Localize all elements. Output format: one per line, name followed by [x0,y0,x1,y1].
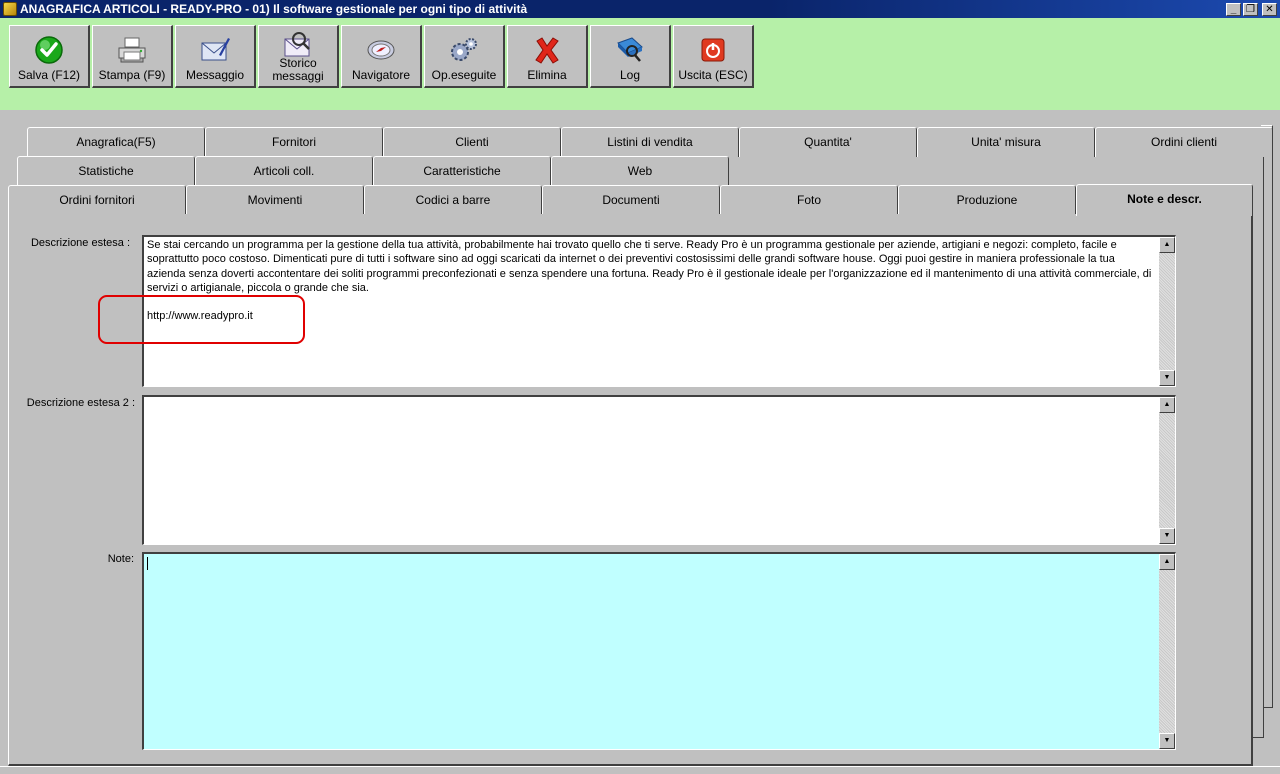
print-button[interactable]: Stampa (F9) [92,25,173,88]
save-button[interactable]: Salva (F12) [9,25,90,88]
printer-icon [116,34,148,66]
tab-ordini-fornitori[interactable]: Ordini fornitori [8,185,186,215]
scroll-down-arrow-icon[interactable]: ▼ [1159,528,1175,544]
exit-button-label: Uscita (ESC) [678,68,748,82]
navigator-button-label: Navigatore [351,68,411,82]
note-textarea[interactable]: ▲ ▼ [142,552,1176,750]
window-title: ANAGRAFICA ARTICOLI - READY-PRO - 01) Il… [20,2,528,16]
delete-button-label: Elimina [527,68,567,82]
save-button-label: Salva (F12) [17,68,81,82]
desc1-scrollbar[interactable]: ▲ ▼ [1159,237,1175,386]
text-caret [147,557,148,570]
scroll-up-arrow-icon[interactable]: ▲ [1159,554,1175,570]
tab-foto[interactable]: Foto [720,185,898,215]
desc1-label: Descrizione estesa : [30,237,130,249]
tab-produzione[interactable]: Produzione [898,185,1076,215]
navigator-button[interactable]: Navigatore [341,25,422,88]
note-label: Note: [107,553,134,565]
toolbar: Salva (F12) Stampa (F9) Messaggio Storic… [9,25,756,88]
delete-button[interactable]: Elimina [507,25,588,88]
desc1-text[interactable]: Se stai cercando un programma per la ges… [145,238,1157,385]
tab-anagrafica[interactable]: Anagrafica(F5) [27,127,205,157]
tab-articoli-coll[interactable]: Articoli coll. [195,156,373,186]
tab-listini-vendita[interactable]: Listini di vendita [561,127,739,157]
tab-movimenti[interactable]: Movimenti [186,185,364,215]
log-button-label: Log [619,68,641,82]
delete-x-icon [531,34,563,66]
save-check-icon [33,34,65,66]
desc2-label: Descrizione estesa 2 : [26,397,135,409]
desc2-text[interactable] [145,398,1157,543]
tab-codici-barre[interactable]: Codici a barre [364,185,542,215]
message-button[interactable]: Messaggio [175,25,256,88]
minimize-button[interactable]: _ [1226,2,1241,16]
exit-button[interactable]: Uscita (ESC) [673,25,754,88]
operations-done-button[interactable]: Op.eseguite [424,25,505,88]
desc2-scrollbar[interactable]: ▲ ▼ [1159,397,1175,544]
navigator-compass-icon [365,34,397,66]
message-button-label: Messaggio [185,68,245,82]
message-envelope-icon [199,34,231,66]
tab-statistiche[interactable]: Statistiche [17,156,195,186]
title-bar: ANAGRAFICA ARTICOLI - READY-PRO - 01) Il… [0,0,1280,18]
status-bar [0,766,1280,774]
power-exit-icon [697,34,729,66]
print-button-label: Stampa (F9) [98,68,166,82]
tab-documenti[interactable]: Documenti [542,185,720,215]
tab-ordini-clienti[interactable]: Ordini clienti [1095,127,1273,157]
close-button[interactable]: ✕ [1262,2,1277,16]
scroll-down-arrow-icon[interactable]: ▼ [1159,370,1175,386]
tab-caratteristiche[interactable]: Caratteristiche [373,156,551,186]
log-book-icon [614,34,646,66]
gears-icon [448,34,480,66]
desc2-textarea[interactable]: ▲ ▼ [142,395,1176,545]
message-history-button[interactable]: Storico messaggi [258,25,339,88]
message-history-button-label: Storico messaggi [272,56,324,83]
tab-clienti[interactable]: Clienti [383,127,561,157]
app-icon [3,2,17,16]
note-scrollbar[interactable]: ▲ ▼ [1159,554,1175,749]
log-button[interactable]: Log [590,25,671,88]
restore-button[interactable]: ❐ [1243,2,1258,16]
tab-web[interactable]: Web [551,156,729,186]
tab-fornitori[interactable]: Fornitori [205,127,383,157]
scroll-down-arrow-icon[interactable]: ▼ [1159,733,1175,749]
operations-done-button-label: Op.eseguite [431,68,497,82]
tab-unita-misura[interactable]: Unita' misura [917,127,1095,157]
scroll-up-arrow-icon[interactable]: ▲ [1159,237,1175,253]
desc1-textarea[interactable]: Se stai cercando un programma per la ges… [142,235,1176,387]
tab-note-descr[interactable]: Note e descr. [1076,184,1253,216]
tab-quantita[interactable]: Quantita' [739,127,917,157]
scroll-up-arrow-icon[interactable]: ▲ [1159,397,1175,413]
note-text[interactable] [145,555,1157,748]
